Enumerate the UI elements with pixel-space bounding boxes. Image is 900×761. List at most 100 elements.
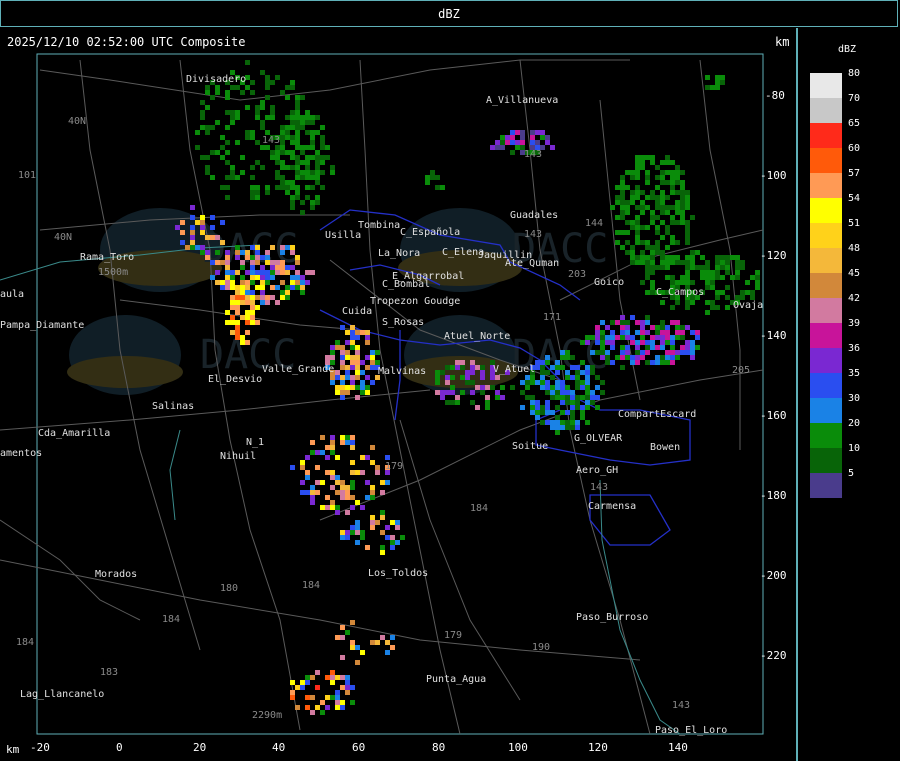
echo-cell [300,200,305,205]
echo-cell [310,270,315,275]
echo-cell [735,260,740,265]
place-label: 183 [100,667,118,678]
echo-cell [355,660,360,665]
echo-cell [220,145,225,150]
echo-cell [320,710,325,715]
echo-cell [255,140,260,145]
echo-cell [570,400,575,405]
echo-cell [675,260,680,265]
legend-label: 36 [848,343,861,354]
echo-cell [670,350,675,355]
echo-cell [320,435,325,440]
echo-cell [620,355,625,360]
echo-cell [280,185,285,190]
echo-cell [640,160,645,165]
echo-cell [290,165,295,170]
place-label: C_Española [400,227,460,238]
echo-cell [365,480,370,485]
echo-cell [300,150,305,155]
echo-cell [310,490,315,495]
echo-cell [640,240,645,245]
echo-cell [450,365,455,370]
echo-cell [295,140,300,145]
echo-cell [335,345,340,350]
echo-cell [380,635,385,640]
echo-cell [310,500,315,505]
echo-cell [235,140,240,145]
echo-cell [550,375,555,380]
echo-cell [535,415,540,420]
echo-cell [230,295,235,300]
echo-cell [565,400,570,405]
echo-cell [570,420,575,425]
echo-cell [585,370,590,375]
echo-cell [275,150,280,155]
echo-cell [710,275,715,280]
echo-cell [265,75,270,80]
echo-cell [230,85,235,90]
echo-cell [350,700,355,705]
echo-cell [255,115,260,120]
echo-cell [225,95,230,100]
echo-cell [295,190,300,195]
echo-cell [300,175,305,180]
echo-cell [690,350,695,355]
echo-cell [340,485,345,490]
echo-cell [320,450,325,455]
echo-cell [370,445,375,450]
echo-cell [665,325,670,330]
echo-cell [645,225,650,230]
echo-cell [240,260,245,265]
echo-cell [295,285,300,290]
place-label: C_Campos [656,287,704,298]
place-label: Bowen [650,442,680,453]
echo-cell [665,350,670,355]
echo-cell [250,195,255,200]
radar-map[interactable]: DACC DACC DACC DACC DivisaderoA_Villanue… [0,28,797,761]
echo-cell [310,450,315,455]
echo-cell [200,110,205,115]
echo-cell [685,340,690,345]
echo-cell [290,180,295,185]
echo-cell [370,640,375,645]
echo-cell [270,115,275,120]
echo-cell [690,340,695,345]
echo-cell [360,505,365,510]
echo-cell [575,365,580,370]
echo-cell [180,220,185,225]
echo-cell [585,385,590,390]
echo-cell [455,360,460,365]
echo-cell [255,195,260,200]
echo-cell [230,300,235,305]
place-label: V_Atuel [493,364,535,375]
echo-cell [680,260,685,265]
place-label: 184 [16,637,34,648]
echo-cell [495,390,500,395]
echo-cell [250,270,255,275]
echo-cell [255,250,260,255]
echo-cell [655,175,660,180]
echo-cell [630,355,635,360]
echo-cell [550,425,555,430]
echo-cell [305,680,310,685]
echo-cell [270,265,275,270]
legend-swatch [810,173,842,198]
echo-cell [645,270,650,275]
echo-cell [655,205,660,210]
echo-cell [690,260,695,265]
echo-cell [230,305,235,310]
echo-cell [525,380,530,385]
echo-cell [610,335,615,340]
echo-cell [510,385,515,390]
echo-cell [640,320,645,325]
echo-cell [470,390,475,395]
echo-cell [630,340,635,345]
echo-cell [280,260,285,265]
echo-cell [310,175,315,180]
echo-cell [585,380,590,385]
echo-cell [265,280,270,285]
echo-cell [340,655,345,660]
echo-cell [335,385,340,390]
echo-cell [535,400,540,405]
echo-cell [350,620,355,625]
